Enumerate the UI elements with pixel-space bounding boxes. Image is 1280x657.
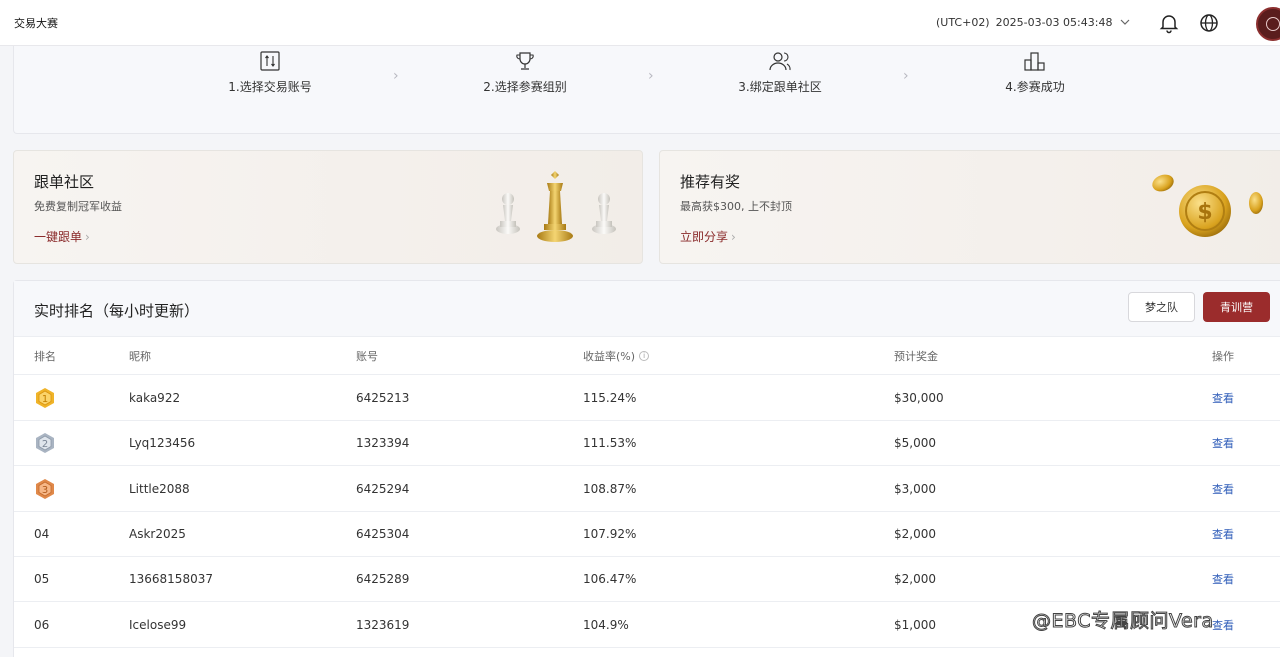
referral-card[interactable]: 推荐有奖 最高获$300, 上不封顶 立即分享 › $	[659, 150, 1280, 264]
timezone-selector[interactable]: (UTC+02) 2025-03-03 05:43:48	[936, 15, 1132, 29]
account-cell: 6425213	[356, 390, 410, 405]
nickname-cell: Little2088	[129, 481, 190, 496]
podium-icon	[1024, 52, 1045, 71]
view-link[interactable]: 查看	[1212, 466, 1234, 511]
svg-text:3: 3	[42, 485, 48, 496]
silver-medal-icon: 2	[36, 433, 54, 453]
nickname-cell: Askr2025	[129, 527, 186, 541]
rank-cell: 04	[34, 527, 50, 541]
users-icon	[769, 52, 791, 71]
chess-pieces-icon	[496, 171, 616, 242]
datetime-label: 2025-03-03 05:43:48	[995, 15, 1113, 29]
avatar[interactable]	[1256, 7, 1280, 41]
table-row: 3 Little2088 6425294 108.87% $3,000 查看	[14, 466, 1280, 512]
table-row: 2 Lyq123456 1323394 111.53% $5,000 查看	[14, 421, 1280, 466]
nickname-cell: Icelose99	[129, 617, 187, 632]
view-link[interactable]: 查看	[1212, 557, 1234, 601]
step-2: 2.选择参赛组别	[445, 50, 605, 95]
rank-cell: 2	[34, 421, 56, 465]
prize-cell: $3,000	[894, 481, 936, 496]
timezone-label: (UTC+02)	[936, 15, 990, 29]
account-cell: 1323394	[356, 436, 410, 450]
step-4: 4.参赛成功	[955, 50, 1115, 95]
globe-icon[interactable]	[1198, 12, 1220, 34]
view-link[interactable]: 查看	[1212, 421, 1234, 465]
app-title: 交易大赛	[14, 17, 58, 30]
steps-card: 1.选择交易账号 › 2.选择参赛组别 › 3.绑定跟单社区 › 4.参赛成功	[13, 46, 1280, 134]
copy-trading-card[interactable]: 跟单社区 免费复制冠军收益 一键跟单 ›	[13, 150, 643, 264]
col-rank: 排名	[34, 349, 56, 363]
youth-camp-button[interactable]: 青训营	[1203, 292, 1270, 322]
rank-cell: 06	[34, 617, 50, 632]
step-label: 1.选择交易账号	[228, 80, 312, 94]
gold-coins-icon: $	[1152, 174, 1263, 237]
step-label: 4.参赛成功	[1005, 80, 1065, 94]
nickname-cell: 13668158037	[129, 572, 213, 586]
ranking-panel: 实时排名（每小时更新） 梦之队 青训营 排名 昵称 账号 收益率(%) i 预计奖…	[13, 280, 1280, 657]
ranking-title: 实时排名（每小时更新）	[34, 302, 200, 320]
table-row: 04 Askr2025 6425304 107.92% $2,000 查看	[14, 512, 1280, 557]
chevron-right-icon: ›	[648, 68, 654, 84]
step-label: 2.选择参赛组别	[483, 80, 567, 94]
rank-cell: 1	[34, 375, 56, 420]
col-nickname: 昵称	[129, 349, 151, 363]
dream-team-button[interactable]: 梦之队	[1128, 292, 1195, 322]
prize-cell: $2,000	[894, 527, 936, 541]
rank-cell: 3	[34, 466, 56, 511]
return-cell: 107.92%	[583, 527, 637, 541]
account-cell: 6425289	[356, 572, 410, 586]
chevron-right-icon: ›	[393, 68, 399, 84]
promo-subtitle: 免费复制冠军收益	[34, 200, 122, 213]
col-return: 收益率(%) i	[583, 337, 650, 374]
prize-cell: $5,000	[894, 436, 936, 450]
bell-icon[interactable]	[1158, 12, 1180, 34]
nickname-cell: Lyq123456	[129, 436, 196, 450]
bronze-medal-icon: 3	[36, 478, 54, 499]
prize-cell: $1,000	[894, 617, 936, 632]
watermark-text: @EBC专属顾问Vera	[1032, 610, 1214, 633]
chevron-right-icon: ›	[903, 68, 909, 84]
trophy-icon	[516, 52, 534, 70]
table-header: 排名 昵称 账号 收益率(%) i 预计奖金 操作	[14, 337, 1280, 375]
gold-medal-icon: 1	[36, 387, 54, 408]
view-link[interactable]: 查看	[1212, 512, 1234, 556]
svg-text:$: $	[1197, 200, 1212, 225]
view-link[interactable]: 查看	[1212, 375, 1234, 420]
chevron-down-icon	[1121, 19, 1130, 25]
table-row: 05 13668158037 6425289 106.47% $2,000 查看	[14, 557, 1280, 602]
prize-cell: $2,000	[894, 572, 936, 586]
account-cell: 6425294	[356, 481, 410, 496]
step-label: 3.绑定跟单社区	[738, 80, 822, 94]
promo-subtitle: 最高获$300, 上不封顶	[680, 200, 792, 213]
prize-cell: $30,000	[894, 390, 944, 405]
table-row: 1 kaka922 6425213 115.24% $30,000 查看	[14, 375, 1280, 421]
ranking-header: 实时排名（每小时更新） 梦之队 青训营	[14, 281, 1280, 337]
col-prize: 预计奖金	[894, 349, 938, 363]
view-link[interactable]: 查看	[1212, 602, 1234, 647]
col-account: 账号	[356, 349, 378, 363]
col-action: 操作	[1212, 349, 1234, 363]
rank-cell: 05	[34, 572, 50, 586]
top-bar: 交易大赛 (UTC+02) 2025-03-03 05:43:48	[0, 0, 1280, 46]
return-cell: 111.53%	[583, 436, 637, 450]
svg-text:2: 2	[42, 439, 48, 450]
account-switch-icon	[260, 51, 280, 71]
promo-title: 跟单社区	[34, 173, 95, 191]
account-cell: 1323619	[356, 617, 410, 632]
return-cell: 106.47%	[583, 572, 637, 586]
account-cell: 6425304	[356, 527, 410, 541]
return-cell: 108.87%	[583, 481, 637, 496]
step-1: 1.选择交易账号	[190, 50, 350, 95]
return-cell: 104.9%	[583, 617, 629, 632]
nickname-cell: kaka922	[129, 390, 181, 405]
return-cell: 115.24%	[583, 390, 637, 405]
info-icon[interactable]: i	[639, 350, 650, 361]
share-link[interactable]: 立即分享 ›	[680, 228, 736, 245]
svg-text:1: 1	[42, 394, 48, 405]
copy-trade-link[interactable]: 一键跟单 ›	[34, 228, 90, 245]
promo-title: 推荐有奖	[680, 173, 741, 191]
step-3: 3.绑定跟单社区	[700, 50, 860, 95]
